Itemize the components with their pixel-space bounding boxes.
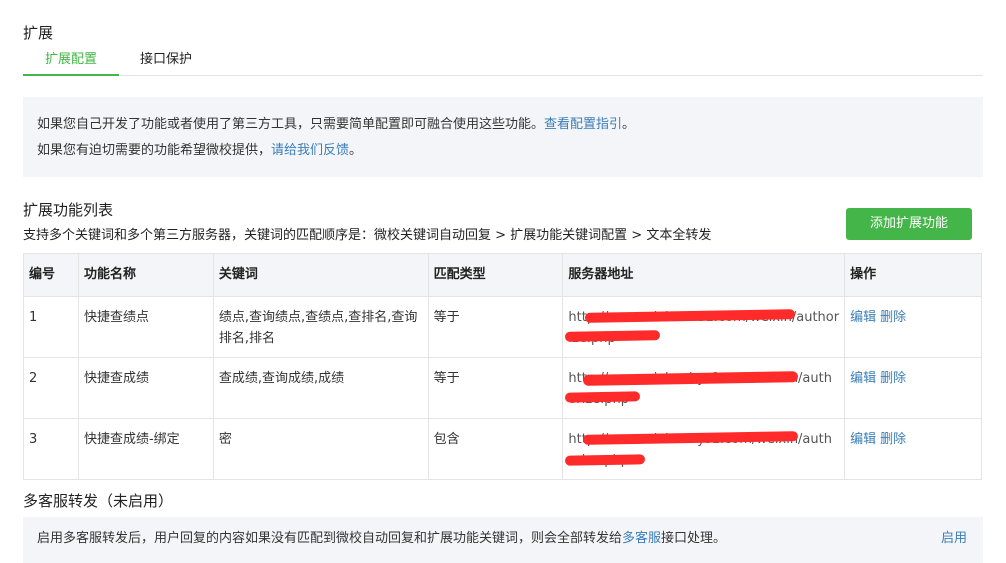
cell-match: 等于 [427, 357, 564, 419]
redaction-mark [565, 391, 641, 403]
delete-link[interactable]: 删除 [880, 371, 906, 386]
notice-text-2: 如果您有迫切需要的功能希望微校提供， [37, 143, 272, 158]
page-title: 扩展 [23, 24, 54, 42]
cell-id: 3 [23, 418, 79, 480]
cell-keywords: 查成绩,查询成绩,成绩 [212, 357, 429, 419]
header-name: 功能名称 [77, 253, 214, 297]
notice-box: 如果您自己开发了功能或者使用了第三方工具，只需要简单配置即可融合使用这些功能。查… [23, 97, 983, 177]
config-guide-link[interactable]: 查看配置指引 [544, 117, 622, 132]
notice-line-1: 如果您自己开发了功能或者使用了第三方工具，只需要简单配置即可融合使用这些功能。查… [37, 115, 983, 141]
cell-actions: 编辑 删除 [844, 296, 982, 358]
table-header-row: 编号 功能名称 关键词 匹配类型 服务器地址 操作 [23, 253, 982, 297]
cell-name: 快捷查成绩-绑定 [77, 418, 214, 480]
delete-link[interactable]: 删除 [880, 310, 906, 325]
multi-service-bar: 启用多客服转发后，用户回复的内容如果没有匹配到微校自动回复和扩展功能关键词，则会… [23, 517, 983, 563]
multi-service-desc-end: 接口处理。 [661, 531, 727, 546]
tab-bar: 扩展配置 接口保护 [23, 46, 983, 76]
redaction-mark [565, 330, 661, 342]
notice-text-1: 如果您自己开发了功能或者使用了第三方工具，只需要简单配置即可融合使用这些功能。 [37, 117, 545, 132]
multi-service-link[interactable]: 多客服 [622, 531, 661, 546]
header-id: 编号 [23, 253, 79, 297]
extension-table: 编号 功能名称 关键词 匹配类型 服务器地址 操作 1 快捷查绩点 绩点,查询绩… [23, 253, 982, 480]
edit-link[interactable]: 编辑 [850, 432, 876, 447]
table-row: 2 快捷查成绩 查成绩,查询成绩,成绩 等于 http://newweixin.… [23, 357, 982, 419]
cell-server: http://newweixin.abys1.com/weixin/author… [562, 357, 846, 419]
cell-id: 2 [23, 357, 79, 419]
cell-match: 等于 [427, 296, 564, 358]
cell-keywords: 绩点,查询绩点,查绩点,查排名,查询排名,排名 [212, 296, 429, 358]
cell-name: 快捷查成绩 [77, 357, 214, 419]
multi-service-desc: 启用多客服转发后，用户回复的内容如果没有匹配到微校自动回复和扩展功能关键词，则会… [37, 531, 623, 546]
notice-end-1: 。 [622, 117, 636, 132]
redaction-mark [565, 454, 646, 466]
cell-id: 1 [23, 296, 79, 358]
section-description: 支持多个关键词和多个第三方服务器，关键词的匹配顺序是：微校关键词自动回复 > 扩… [23, 228, 712, 243]
table-row: 1 快捷查绩点 绩点,查询绩点,查绩点,查排名,查询排名,排名 等于 http:… [23, 296, 982, 358]
header-keywords: 关键词 [212, 253, 429, 297]
section-title: 扩展功能列表 [23, 201, 114, 219]
cell-keywords: 密 [212, 418, 429, 480]
cell-server: http://newweixin.abys1.com/weixin/author… [562, 418, 846, 480]
table-row: 3 快捷查成绩-绑定 密 包含 http://newweixin.abys1.c… [23, 418, 982, 480]
tab-extension-config[interactable]: 扩展配置 [23, 46, 119, 76]
multi-service-title: 多客服转发（未启用） [23, 492, 174, 510]
tab-interface-protection[interactable]: 接口保护 [123, 46, 209, 76]
header-match-type: 匹配类型 [427, 253, 564, 297]
edit-link[interactable]: 编辑 [850, 310, 876, 325]
enable-link[interactable]: 启用 [941, 517, 967, 561]
cell-actions: 编辑 删除 [844, 357, 982, 419]
edit-link[interactable]: 编辑 [850, 371, 876, 386]
cell-actions: 编辑 删除 [844, 418, 982, 480]
notice-line-2: 如果您有迫切需要的功能希望微校提供，请给我们反馈。 [37, 141, 983, 167]
add-extension-button[interactable]: 添加扩展功能 [846, 208, 972, 240]
feedback-link[interactable]: 请给我们反馈 [271, 143, 349, 158]
header-actions: 操作 [844, 253, 982, 297]
delete-link[interactable]: 删除 [880, 432, 906, 447]
cell-server: http://newweixin.ab31.com/weixin/authori… [562, 296, 846, 358]
cell-match: 包含 [427, 418, 564, 480]
header-server: 服务器地址 [562, 253, 846, 297]
notice-end-2: 。 [349, 143, 363, 158]
cell-name: 快捷查绩点 [77, 296, 214, 358]
